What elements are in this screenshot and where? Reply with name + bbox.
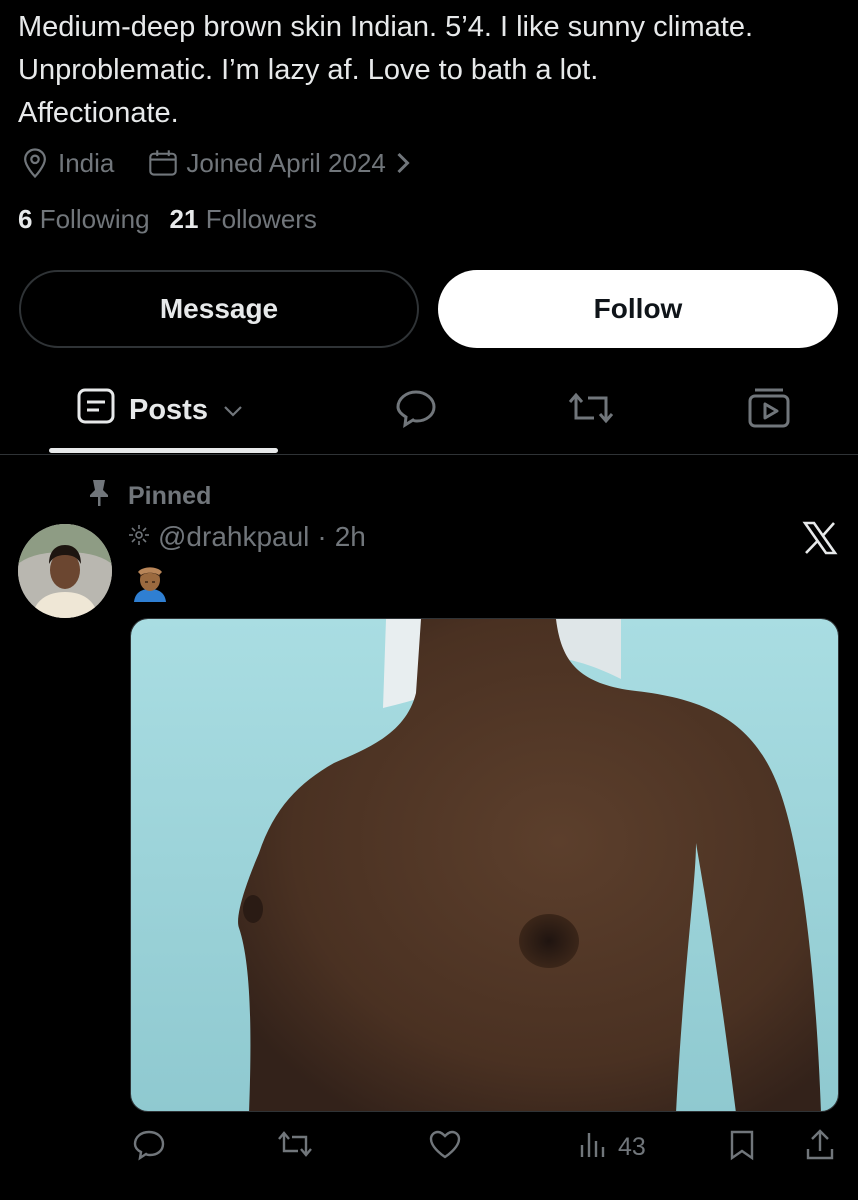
active-tab-indicator xyxy=(49,448,278,453)
repost-button[interactable] xyxy=(276,1129,314,1166)
author-handle[interactable]: @drahkpaul xyxy=(158,521,309,553)
repost-icon xyxy=(566,390,616,431)
media-icon xyxy=(747,387,791,434)
avatar[interactable] xyxy=(18,524,112,618)
following-label: Following xyxy=(39,204,150,234)
follow-button[interactable]: Follow xyxy=(438,270,838,348)
tab-replies[interactable] xyxy=(394,388,438,432)
pin-icon xyxy=(88,478,110,515)
tab-media[interactable] xyxy=(747,388,791,432)
massage-emoji-icon xyxy=(131,562,169,602)
profile-bio: Medium-deep brown skin Indian. 5’4. I li… xyxy=(18,6,848,135)
posts-icon xyxy=(77,388,115,432)
followers-link[interactable]: 21 Followers xyxy=(170,204,317,235)
post-image[interactable] xyxy=(130,618,839,1112)
joined-date[interactable]: Joined April 2024 xyxy=(148,148,411,179)
bio-line: Medium-deep brown skin Indian. 5’4. I li… xyxy=(18,11,754,43)
joined-text: Joined April 2024 xyxy=(186,147,386,178)
repost-icon xyxy=(276,1129,314,1166)
share-button[interactable] xyxy=(804,1129,836,1168)
location-text: India xyxy=(58,147,115,178)
like-icon xyxy=(428,1129,462,1168)
profile-stats: 6 Following 21 Followers xyxy=(18,204,317,235)
tab-posts[interactable]: Posts xyxy=(77,388,244,432)
message-button[interactable]: Message xyxy=(19,270,419,348)
pinned-text: Pinned xyxy=(128,482,212,510)
profile-meta: India Joined April 2024 xyxy=(20,145,412,181)
tab-posts-label: Posts xyxy=(129,393,208,426)
profile-tabs: Posts xyxy=(0,370,858,455)
following-count: 6 xyxy=(18,204,33,234)
chevron-down-icon xyxy=(222,394,244,427)
tab-reposts[interactable] xyxy=(566,388,616,432)
followers-count: 21 xyxy=(169,204,199,234)
post-header: @drahkpaul · 2h xyxy=(128,521,366,553)
post-actions: 43 xyxy=(0,1125,858,1175)
followers-label: Followers xyxy=(205,204,317,234)
reply-icon xyxy=(132,1129,166,1168)
following-link[interactable]: 6 Following xyxy=(18,204,150,235)
sparkle-icon xyxy=(128,521,150,553)
location: India xyxy=(20,147,114,179)
post-time[interactable]: 2h xyxy=(335,521,366,553)
share-icon xyxy=(804,1129,836,1168)
reply-button[interactable] xyxy=(132,1129,166,1168)
views-button[interactable]: 43 xyxy=(578,1129,646,1166)
bookmark-button[interactable] xyxy=(728,1129,756,1168)
bio-line: Unproblematic. I’m lazy af. Love to bath… xyxy=(18,54,599,86)
location-icon xyxy=(20,147,50,179)
views-count: 43 xyxy=(618,1133,646,1161)
x-logo-icon[interactable] xyxy=(802,520,838,556)
like-button[interactable] xyxy=(428,1129,462,1168)
separator: · xyxy=(317,521,327,552)
bio-line: Affectionate. xyxy=(18,97,179,129)
pinned-label: Pinned xyxy=(88,478,211,515)
reply-icon xyxy=(394,388,438,433)
bookmark-icon xyxy=(728,1129,756,1168)
views-icon xyxy=(578,1129,608,1166)
chevron-right-icon xyxy=(394,151,412,175)
calendar-icon xyxy=(148,149,178,177)
